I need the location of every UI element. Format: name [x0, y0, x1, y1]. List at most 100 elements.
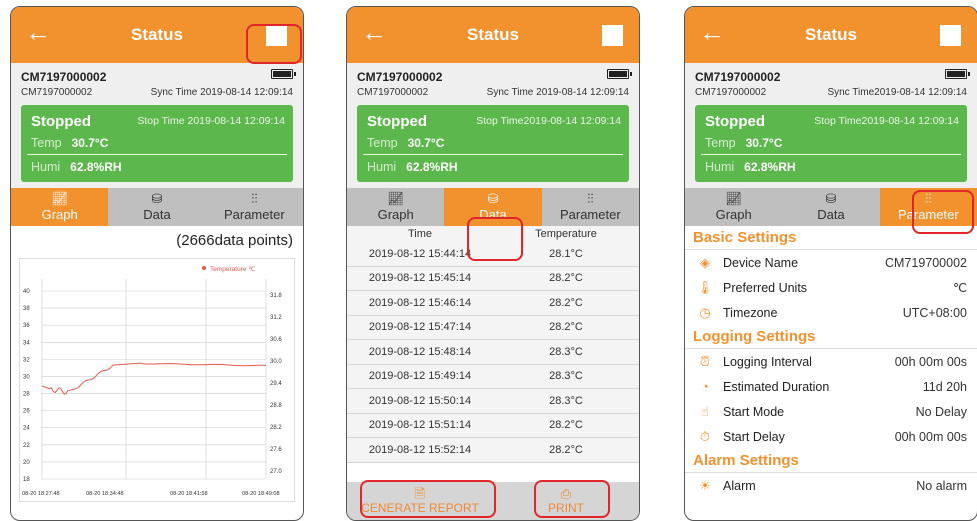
- timezone-value: UTC+08:00: [902, 305, 967, 320]
- top-bar: ← Status: [685, 7, 977, 63]
- battery-icon: [945, 69, 970, 79]
- cell-temperature: 28.3°C: [549, 370, 583, 383]
- y-tick-left: 30: [23, 374, 30, 380]
- setting-alarm[interactable]: ☀︎ Alarm No alarm: [685, 473, 977, 498]
- cell-time: 2019-08-12 15:46:14: [368, 296, 472, 309]
- table-row: 2019-08-12 15:47:14 28.2°C: [347, 315, 639, 340]
- x-tick: 08-20 18:41:58: [170, 491, 208, 497]
- humi-value: 62.8%RH: [744, 160, 796, 174]
- x-tick: 08-20 18:27:48: [22, 491, 60, 497]
- interval-label: Logging Interval: [723, 354, 812, 369]
- y-tick-left: 28: [23, 392, 30, 398]
- tab-data[interactable]: ⛁ Data: [108, 188, 205, 226]
- cell-time: 2019-08-12 15:49:14: [368, 370, 472, 383]
- humi-label: Humi: [31, 160, 61, 174]
- highlight-report-button: [360, 480, 496, 518]
- cell-temperature: 28.2°C: [549, 296, 583, 309]
- y-tick-right: 27.6: [270, 447, 282, 453]
- y-tick-right: 30.0: [270, 359, 282, 365]
- device-id-sub: CM7197000002: [695, 87, 767, 98]
- setting-start-delay[interactable]: ⏱︎ Start Delay 00h 00m 00s: [685, 424, 977, 449]
- setting-timezone[interactable]: ◷ Timezone UTC+08:00: [685, 300, 977, 325]
- tab-parameter[interactable]: ⫶⫶ Parameter: [206, 188, 303, 226]
- y-tick-left: 34: [23, 340, 30, 346]
- tab-graph[interactable]: 📈︎ Graph: [685, 188, 782, 226]
- status-label: Stopped: [367, 113, 427, 130]
- device-id: CM7197000002: [21, 70, 107, 84]
- setting-start-mode[interactable]: ☝︎ Start Mode No Delay: [685, 399, 977, 424]
- setting-logging-interval[interactable]: ⏰︎ Logging Interval 00h 00m 00s: [685, 349, 977, 374]
- device-id: CM7197000002: [695, 70, 781, 84]
- tab-parameter-label: Parameter: [223, 207, 285, 222]
- tab-bar: 📈︎ Graph ⛁ Data ⫶⫶ Parameter: [11, 188, 303, 226]
- sync-time: Sync Time 2019-08-14 12:09:14: [150, 87, 293, 98]
- y-tick-left: 32: [23, 357, 30, 363]
- device-id-sub: CM7197000002: [21, 87, 93, 98]
- top-bar: ← Status: [347, 7, 639, 63]
- start-mode-label: Start Mode: [723, 404, 785, 419]
- database-icon: ⛁: [151, 191, 163, 206]
- table-row: 2019-08-12 15:45:14 28.2°C: [347, 266, 639, 291]
- table-row: 2019-08-12 15:52:14 28.2°C: [347, 438, 639, 463]
- cell-time: 2019-08-12 15:51:14: [368, 419, 472, 432]
- stop-button[interactable]: [602, 25, 623, 46]
- tab-graph[interactable]: 📈︎ Graph: [347, 188, 444, 226]
- start-mode-value: No Delay: [915, 404, 967, 419]
- battery-icon: [271, 69, 296, 79]
- temperature-chart[interactable]: Temperature ℃ 40 38 36 34 32 30 28 26 24 22 20 18 31.…: [19, 258, 295, 502]
- setting-device-name[interactable]: ◈ Device Name CM719700002: [685, 250, 977, 275]
- table-row: 2019-08-12 15:48:14 28.3°C: [347, 340, 639, 365]
- tab-data[interactable]: ⛁ Data: [782, 188, 879, 226]
- duration-value: 11d 20h: [922, 379, 967, 394]
- table-row: 2019-08-12 15:50:14 28.3°C: [347, 389, 639, 414]
- cell-temperature: 28.2°C: [549, 419, 583, 432]
- sync-time: Sync Time 2019-08-14 12:09:14: [486, 87, 629, 98]
- setting-preferred-units[interactable]: 🌡︎ Preferred Units ℃: [685, 275, 977, 300]
- y-tick-left: 20: [23, 460, 30, 466]
- y-tick-left: 22: [23, 443, 30, 449]
- status-card: Stopped Stop Time 2019-08-14 12:09:14 Te…: [21, 105, 293, 182]
- tab-graph-label: Graph: [377, 207, 414, 222]
- y-tick-right: 28.8: [270, 403, 282, 409]
- y-tick-left: 18: [23, 477, 30, 483]
- tab-graph[interactable]: 📈︎ Graph: [11, 188, 109, 226]
- y-tick-right: 29.4: [270, 381, 282, 387]
- cell-time: 2019-08-12 15:48:14: [368, 345, 472, 358]
- sync-time: Sync Time2019-08-14 12:09:14: [827, 87, 967, 98]
- cell-temperature: 28.3°C: [549, 345, 583, 358]
- temp-label: Temp: [705, 136, 736, 150]
- y-tick-right: 28.2: [270, 425, 282, 431]
- tab-parameter-label: Parameter: [559, 207, 621, 222]
- clock-icon: ◷: [699, 304, 711, 320]
- y-tick-left: 36: [23, 323, 30, 329]
- humi-label: Humi: [705, 160, 735, 174]
- stop-time: Stop Time2019-08-14 12:09:14: [476, 115, 621, 127]
- legend-marker: [202, 266, 206, 270]
- humi-value: 62.8%RH: [70, 160, 122, 174]
- temp-value: 30.7°C: [71, 136, 109, 150]
- cell-temperature: 28.2°C: [549, 272, 583, 285]
- section-logging-settings: Logging Settings: [685, 325, 977, 349]
- cell-temperature: 28.3°C: [549, 394, 583, 407]
- stop-button[interactable]: [940, 25, 961, 46]
- tab-parameter[interactable]: ⫶⫶ Parameter: [542, 188, 639, 226]
- phone-screen-graph: ← Status CM7197000002 CM7197000002 Sync …: [10, 6, 304, 521]
- setting-estimated-duration[interactable]: ◔ Estimated Duration 11d 20h: [685, 374, 977, 399]
- chart-icon: 📈︎: [387, 191, 404, 206]
- stopwatch-icon: ⏱︎: [699, 428, 711, 444]
- temp-value: 30.7°C: [745, 136, 783, 150]
- alarm-light-icon: ☀︎: [699, 477, 711, 493]
- y-tick-right: 30.6: [270, 337, 282, 343]
- cell-time: 2019-08-12 15:50:14: [368, 394, 472, 407]
- sliders-icon: ⫶⫶: [587, 191, 594, 206]
- data-points-count: (2666data points): [176, 232, 293, 249]
- thermometer-icon: 🌡︎: [696, 279, 714, 295]
- device-info: CM7197000002 CM7197000002 Sync Time2019-…: [685, 63, 977, 103]
- alarm-value: No alarm: [916, 478, 967, 493]
- status-label: Stopped: [31, 113, 91, 130]
- humi-label: Humi: [367, 160, 397, 174]
- timer-icon: ◔: [701, 379, 709, 394]
- chart-svg: Temperature ℃ 40 38 36 34 32 30 28 26 24 22 20 18 31.…: [22, 266, 282, 497]
- y-tick-left: 26: [23, 409, 30, 415]
- legend-label: Temperature ℃: [210, 266, 256, 273]
